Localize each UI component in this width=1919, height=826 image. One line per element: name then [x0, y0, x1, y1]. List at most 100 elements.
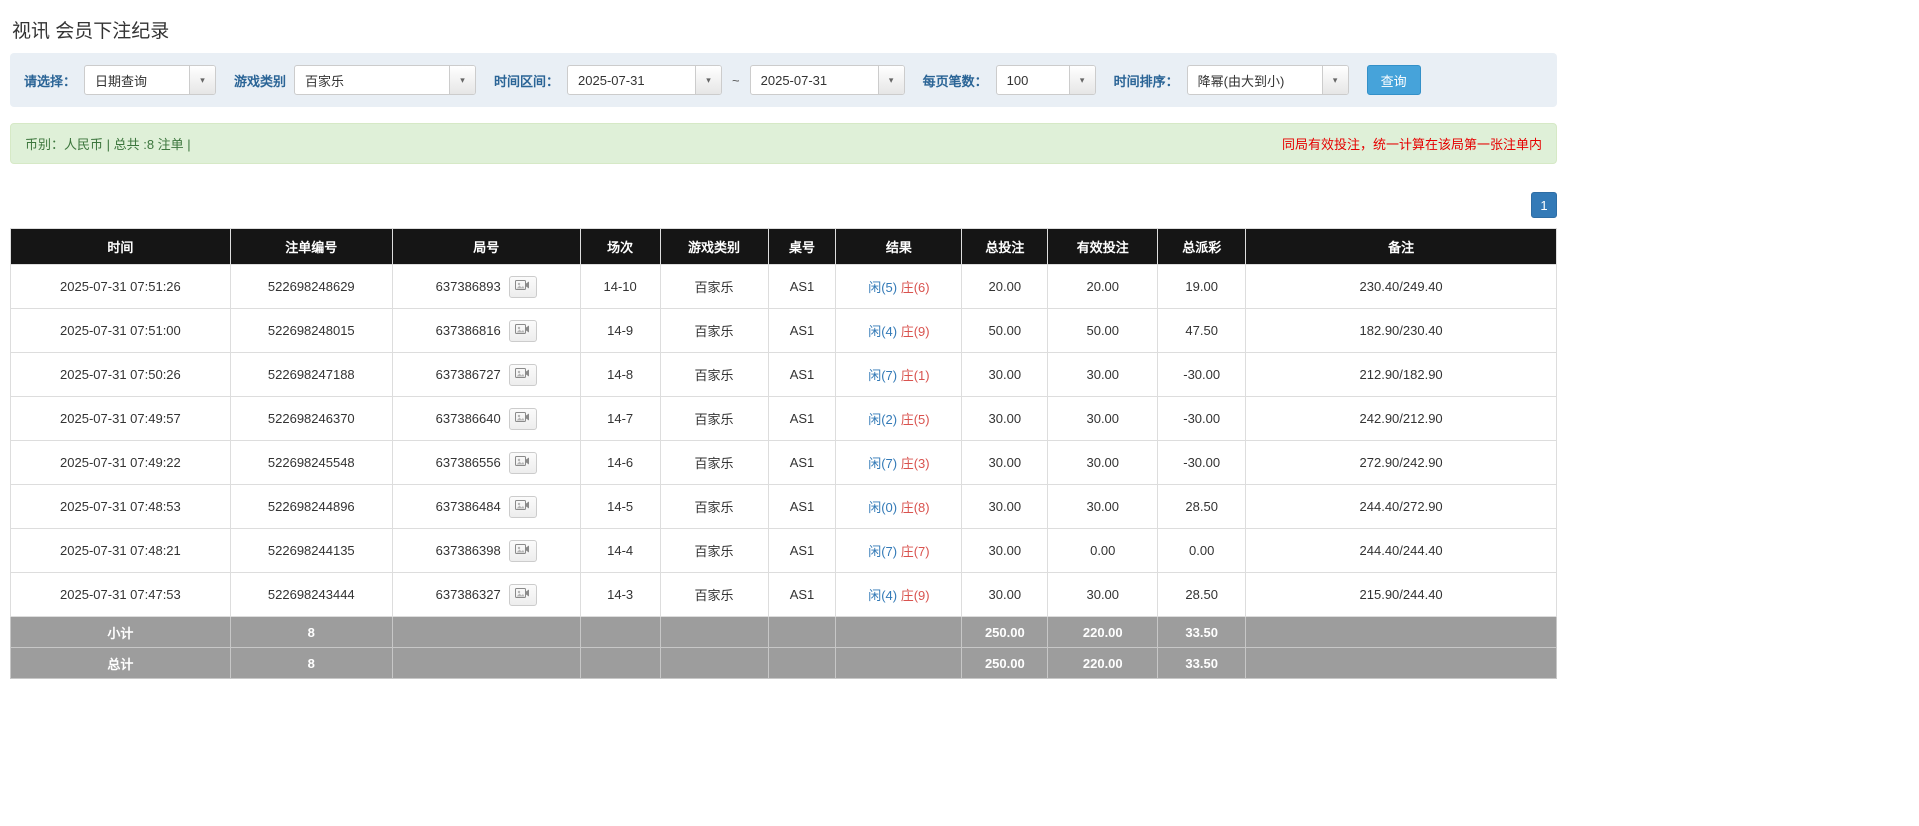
cell-remark: 212.90/182.90	[1245, 352, 1557, 397]
cell-session: 14-10	[579, 264, 661, 309]
header-time: 时间	[10, 228, 231, 265]
chevron-down-icon[interactable]: ▾	[189, 66, 216, 94]
round-video-replay-button[interactable]	[508, 319, 537, 342]
time-sort-label: 时间排序：	[1113, 73, 1179, 89]
round-video-replay-button[interactable]	[508, 539, 537, 562]
page-number-button[interactable]: 1	[1531, 192, 1557, 218]
result-player: 闲(2)	[868, 412, 898, 427]
summary-bar: 币别：人民币 | 总共 :8 注单 | 同局有效投注，统一计算在该局第一张注单内	[10, 123, 1557, 164]
cell-session: 14-8	[579, 352, 661, 397]
cell-session: 14-6	[579, 440, 661, 485]
video-record-icon	[515, 279, 530, 294]
total-row-total-bet: 250.00	[961, 647, 1049, 679]
result-banker: 庄(3)	[900, 456, 930, 471]
subtotal-row-payout: 33.50	[1157, 616, 1247, 648]
table-row: 2025-07-31 07:48:21 522698244135 637386398…	[10, 528, 1557, 573]
table-header-row: 时间 注单编号 局号 场次 游戏类别 桌号 结果 总投注 有效投注 总派彩 备注	[10, 228, 1557, 265]
cell-valid-bet: 30.00	[1047, 440, 1159, 485]
game-type-label: 游戏类别	[234, 73, 287, 89]
subtotal-row-empty	[767, 616, 837, 648]
cell-time: 2025-07-31 07:49:22	[10, 440, 231, 485]
subtotal-row-remark-empty	[1245, 616, 1557, 648]
video-record-icon	[515, 411, 530, 426]
cell-game-type: 百家乐	[659, 528, 769, 573]
cell-total-bet-link[interactable]: 50.00	[961, 308, 1049, 353]
cell-remark: 182.90/230.40	[1245, 308, 1557, 353]
header-payout: 总派彩	[1157, 228, 1247, 265]
date-from-select[interactable]: 2025-07-31 ▾	[567, 65, 723, 95]
cell-payout: -30.00	[1157, 396, 1247, 441]
cell-payout: 19.00	[1157, 264, 1247, 309]
round-id-value: 637386556	[435, 455, 501, 470]
cell-total-bet-link[interactable]: 20.00	[961, 264, 1049, 309]
page-size-value: 100	[1006, 72, 1029, 88]
cell-round-id: 637386484	[391, 484, 581, 529]
game-type-value: 百家乐	[305, 73, 345, 89]
cell-total-bet-link[interactable]: 30.00	[961, 528, 1049, 573]
cell-session: 14-7	[579, 396, 661, 441]
chevron-down-icon[interactable]: ▾	[1321, 66, 1348, 94]
query-type-select[interactable]: 日期查询 ▾	[84, 65, 217, 95]
cell-valid-bet: 30.00	[1047, 352, 1159, 397]
cell-game-type: 百家乐	[659, 396, 769, 441]
round-video-replay-button[interactable]	[508, 451, 537, 474]
round-video-replay-button[interactable]	[508, 363, 537, 386]
header-bet-id: 注单编号	[229, 228, 393, 265]
cell-payout: 28.50	[1157, 572, 1247, 617]
chevron-down-icon[interactable]: ▾	[1068, 66, 1095, 94]
cell-total-bet-link[interactable]: 30.00	[961, 440, 1049, 485]
page-size-select[interactable]: 100 ▾	[995, 65, 1096, 95]
video-record-icon	[515, 587, 530, 602]
cell-game-type: 百家乐	[659, 352, 769, 397]
round-id-value: 637386398	[435, 543, 501, 558]
cell-session: 14-5	[579, 484, 661, 529]
cell-remark: 244.40/244.40	[1245, 528, 1557, 573]
cell-total-bet-link[interactable]: 30.00	[961, 352, 1049, 397]
cell-total-bet-link[interactable]: 30.00	[961, 572, 1049, 617]
subtotal-row-label: 小计	[10, 616, 231, 648]
result-banker: 庄(9)	[900, 588, 930, 603]
result-player: 闲(4)	[868, 588, 898, 603]
chevron-down-icon[interactable]: ▾	[695, 66, 722, 94]
date-range-separator: ~	[732, 72, 740, 88]
cell-result: 闲(7) 庄(1)	[835, 352, 963, 397]
page-title: 视讯 会员下注纪录	[12, 21, 170, 42]
notice-text: 同局有效投注，统一计算在该局第一张注单内	[1281, 137, 1542, 152]
result-player: 闲(7)	[868, 456, 898, 471]
cell-valid-bet: 50.00	[1047, 308, 1159, 353]
cell-total-bet-link[interactable]: 30.00	[961, 484, 1049, 529]
date-to-select[interactable]: 2025-07-31 ▾	[749, 65, 905, 95]
chevron-down-icon[interactable]: ▾	[449, 66, 476, 94]
round-id-group: 637386484	[436, 495, 537, 518]
total-row-empty	[835, 647, 963, 679]
table-row: 2025-07-31 07:51:26 522698248629 637386893…	[10, 264, 1557, 309]
cell-valid-bet: 30.00	[1047, 484, 1159, 529]
subtotal-row: 小计 8 250.00 220.00 33.50	[10, 616, 1557, 648]
result-player: 闲(0)	[868, 500, 898, 515]
cell-session: 14-9	[579, 308, 661, 353]
chevron-down-icon[interactable]: ▾	[877, 66, 904, 94]
cell-time: 2025-07-31 07:51:26	[10, 264, 231, 309]
header-round-id: 局号	[391, 228, 581, 265]
round-video-replay-button[interactable]	[508, 407, 537, 430]
cell-total-bet-link[interactable]: 30.00	[961, 396, 1049, 441]
cell-result: 闲(0) 庄(8)	[835, 484, 963, 529]
header-table-no: 桌号	[767, 228, 837, 265]
round-id-group: 637386893	[436, 275, 537, 298]
cell-table-no: AS1	[767, 572, 837, 617]
round-video-replay-button[interactable]	[508, 583, 537, 606]
table-row: 2025-07-31 07:50:26 522698247188 637386727…	[10, 352, 1557, 397]
search-button[interactable]: 查询	[1366, 65, 1421, 95]
time-sort-value: 降幂(由大到小)	[1197, 73, 1285, 89]
round-video-replay-button[interactable]	[508, 275, 537, 298]
round-video-replay-button[interactable]	[508, 495, 537, 518]
result-player: 闲(7)	[868, 544, 898, 559]
cell-remark: 272.90/242.90	[1245, 440, 1557, 485]
subtotal-row-valid-bet: 220.00	[1047, 616, 1159, 648]
subtotal-row-empty	[659, 616, 769, 648]
cell-table-no: AS1	[767, 528, 837, 573]
game-type-select[interactable]: 百家乐 ▾	[294, 65, 477, 95]
time-sort-select[interactable]: 降幂(由大到小) ▾	[1186, 65, 1349, 95]
round-id-value: 637386640	[435, 411, 501, 426]
round-id-value: 637386816	[435, 323, 501, 338]
